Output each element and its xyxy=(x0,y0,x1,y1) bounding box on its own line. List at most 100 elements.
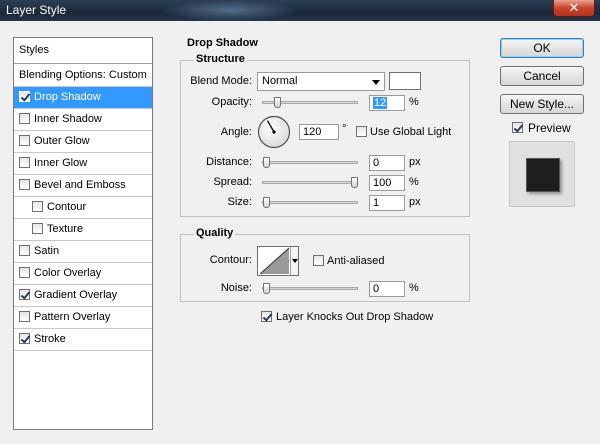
style-item-color-overlay[interactable]: Color Overlay xyxy=(14,263,152,285)
style-item-label: Drop Shadow xyxy=(34,91,101,103)
noise-unit: % xyxy=(409,282,419,294)
blend-mode-label: Blend Mode: xyxy=(190,75,252,87)
angle-dial-center xyxy=(272,130,276,134)
distance-value: 0 xyxy=(373,157,380,169)
section-title-drop-shadow: Drop Shadow xyxy=(187,37,258,49)
noise-value: 0 xyxy=(373,283,380,295)
style-item-inner-glow[interactable]: Inner Glow xyxy=(14,153,152,175)
angle-dial[interactable] xyxy=(257,115,291,149)
style-item-checkbox[interactable] xyxy=(19,179,30,190)
spread-slider-thumb[interactable] xyxy=(351,177,358,188)
style-item-outer-glow[interactable]: Outer Glow xyxy=(14,131,152,153)
blend-mode-select[interactable]: Normal xyxy=(257,72,385,91)
opacity-slider-thumb[interactable] xyxy=(273,97,281,108)
layer-knocks-out-label[interactable]: Layer Knocks Out Drop Shadow xyxy=(276,311,433,323)
contour-label: Contour: xyxy=(209,254,252,266)
style-item-label: Inner Shadow xyxy=(34,113,102,125)
style-item-checkbox[interactable] xyxy=(19,333,30,344)
size-slider-thumb[interactable] xyxy=(263,197,271,208)
spread-input[interactable]: 100 xyxy=(369,175,405,191)
style-item-checkbox[interactable] xyxy=(19,311,30,322)
anti-aliased-checkbox[interactable] xyxy=(313,255,324,266)
title-bar[interactable]: Layer Style ✕ xyxy=(0,0,600,21)
style-item-satin[interactable]: Satin xyxy=(14,241,152,263)
style-item-pattern-overlay[interactable]: Pattern Overlay xyxy=(14,307,152,329)
style-item-gradient-overlay[interactable]: Gradient Overlay xyxy=(14,285,152,307)
style-item-checkbox[interactable] xyxy=(19,157,30,168)
contour-dropdown-button[interactable] xyxy=(290,247,298,275)
style-item-checkbox[interactable] xyxy=(19,135,30,146)
style-item-contour[interactable]: Contour xyxy=(14,197,152,219)
size-unit: px xyxy=(409,196,421,208)
noise-slider-thumb[interactable] xyxy=(263,283,270,294)
preview-checkbox[interactable] xyxy=(512,122,523,133)
style-item-label: Inner Glow xyxy=(34,157,88,169)
window-title: Layer Style xyxy=(6,3,67,17)
distance-input[interactable]: 0 xyxy=(369,155,405,171)
noise-input[interactable]: 0 xyxy=(369,281,405,297)
styles-list: Styles Blending Options: Custom Drop Shad… xyxy=(13,37,153,430)
use-global-light-checkbox[interactable] xyxy=(356,126,367,137)
ok-button[interactable]: OK xyxy=(500,38,584,58)
blend-mode-value: Normal xyxy=(262,75,298,87)
style-item-checkbox[interactable] xyxy=(19,267,30,278)
distance-slider[interactable] xyxy=(262,157,358,168)
title-bar-glow xyxy=(160,0,300,21)
style-item-label: Stroke xyxy=(34,333,66,345)
style-item-label: Pattern Overlay xyxy=(34,311,111,323)
style-item-inner-shadow[interactable]: Inner Shadow xyxy=(14,109,152,131)
style-item-checkbox[interactable] xyxy=(32,223,43,234)
style-item-label: Gradient Overlay xyxy=(34,289,118,301)
structure-title: Structure xyxy=(194,53,247,65)
quality-title: Quality xyxy=(194,227,236,239)
style-item-checkbox[interactable] xyxy=(19,91,30,102)
size-value: 1 xyxy=(373,197,380,209)
style-item-checkbox[interactable] xyxy=(19,245,30,256)
use-global-light-label[interactable]: Use Global Light xyxy=(370,126,451,138)
style-item-bevel-and-emboss[interactable]: Bevel and Emboss xyxy=(14,175,152,197)
style-item-label: Bevel and Emboss xyxy=(34,179,126,191)
preview-label[interactable]: Preview xyxy=(528,121,571,135)
spread-label: Spread: xyxy=(213,176,252,188)
size-input[interactable]: 1 xyxy=(369,195,405,211)
opacity-input[interactable]: 12 xyxy=(369,95,405,111)
angle-value: 120 xyxy=(303,126,322,138)
angle-input[interactable]: 120 xyxy=(299,124,339,140)
style-item-stroke[interactable]: Stroke xyxy=(14,329,152,351)
style-item-blending-options-custom[interactable]: Blending Options: Custom xyxy=(14,65,152,87)
style-item-label: Blending Options: Custom xyxy=(19,69,147,81)
size-slider[interactable] xyxy=(262,197,358,208)
distance-slider-thumb[interactable] xyxy=(263,157,270,168)
styles-list-header[interactable]: Styles xyxy=(14,38,152,64)
spread-slider[interactable] xyxy=(262,177,358,188)
new-style-button[interactable]: New Style... xyxy=(500,94,584,114)
style-item-checkbox[interactable] xyxy=(32,201,43,212)
spread-value: 100 xyxy=(373,177,392,189)
size-label: Size: xyxy=(227,196,252,208)
shadow-color-swatch[interactable] xyxy=(389,72,421,90)
layer-knocks-out-checkbox[interactable] xyxy=(261,311,272,322)
distance-unit: px xyxy=(409,156,421,168)
opacity-slider[interactable] xyxy=(262,97,358,108)
angle-unit: ° xyxy=(342,123,347,135)
contour-picker[interactable] xyxy=(257,246,299,276)
opacity-value: 12 xyxy=(373,97,388,109)
opacity-unit: % xyxy=(409,96,419,108)
style-item-drop-shadow[interactable]: Drop Shadow xyxy=(14,87,152,109)
style-item-texture[interactable]: Texture xyxy=(14,219,152,241)
distance-label: Distance: xyxy=(206,156,252,168)
style-item-label: Texture xyxy=(47,223,84,235)
style-item-checkbox[interactable] xyxy=(19,289,30,300)
cancel-button[interactable]: Cancel xyxy=(500,66,584,86)
style-preview-swatch xyxy=(526,158,560,192)
noise-slider[interactable] xyxy=(262,283,358,294)
anti-aliased-label[interactable]: Anti-aliased xyxy=(327,255,384,267)
style-item-checkbox[interactable] xyxy=(19,113,30,124)
style-item-label: Contour xyxy=(47,201,87,213)
spread-unit: % xyxy=(409,176,419,188)
chevron-down-icon xyxy=(372,80,380,85)
angle-label: Angle: xyxy=(220,126,252,138)
contour-preview-icon xyxy=(259,247,290,275)
style-preview xyxy=(509,141,575,207)
close-button[interactable]: ✕ xyxy=(553,0,595,17)
